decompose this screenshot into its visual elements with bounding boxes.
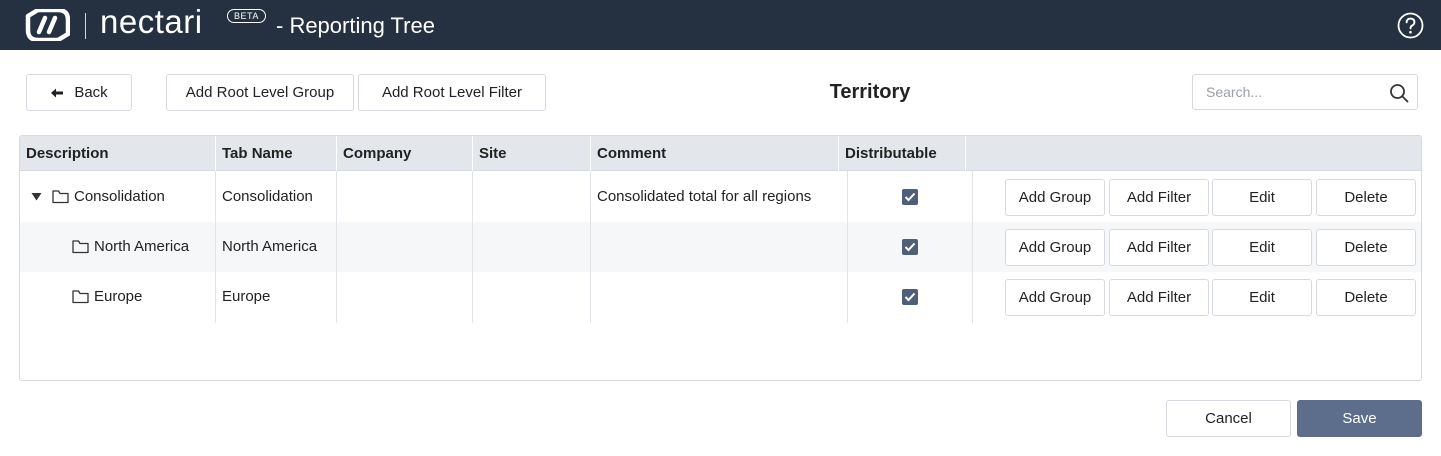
add-group-button[interactable]: Add Group xyxy=(1005,229,1105,266)
add-group-button[interactable]: Add Group xyxy=(1005,179,1105,216)
back-button[interactable]: Back xyxy=(26,74,132,111)
logo-divider xyxy=(85,13,86,39)
add-root-level-group-button[interactable]: Add Root Level Group xyxy=(166,74,354,111)
save-button[interactable]: Save xyxy=(1297,400,1422,437)
column-divider xyxy=(215,171,216,323)
nectari-logo-icon xyxy=(25,9,70,41)
distributable-checkbox[interactable] xyxy=(902,189,918,205)
folder-icon xyxy=(72,290,89,304)
distributable-checkbox[interactable] xyxy=(902,289,918,305)
table-row-europe[interactable]: Europe Europe Add Group Add Filter Edit … xyxy=(20,272,1421,322)
grid-header: Description Tab Name Company Site Commen… xyxy=(20,136,1421,171)
edit-button[interactable]: Edit xyxy=(1212,179,1312,216)
search-input[interactable] xyxy=(1193,75,1383,109)
column-divider xyxy=(590,171,591,323)
search-icon[interactable] xyxy=(1389,83,1409,103)
column-header-site[interactable]: Site xyxy=(473,136,590,171)
delete-button[interactable]: Delete xyxy=(1316,279,1416,316)
column-header-comment[interactable]: Comment xyxy=(591,136,838,171)
cell-tab-name: Europe xyxy=(222,288,271,305)
column-divider xyxy=(336,171,337,323)
beta-badge: BETA xyxy=(227,9,266,23)
cell-description: North America xyxy=(94,238,190,255)
table-row-north-america[interactable]: North America North America Add Group Ad… xyxy=(20,222,1421,272)
caret-down-icon[interactable] xyxy=(31,192,42,201)
column-header-description[interactable]: Description xyxy=(20,136,215,171)
cell-description: Consolidation xyxy=(74,188,165,205)
help-icon[interactable] xyxy=(1397,12,1424,39)
checkbox-checked-icon xyxy=(904,292,916,302)
column-header-tab-name[interactable]: Tab Name xyxy=(216,136,336,171)
add-root-level-filter-button[interactable]: Add Root Level Filter xyxy=(358,74,546,111)
delete-button[interactable]: Delete xyxy=(1316,229,1416,266)
folder-icon xyxy=(52,190,69,204)
table-row-consolidation[interactable]: Consolidation Consolidation Consolidated… xyxy=(20,172,1421,222)
folder-icon xyxy=(72,240,89,254)
reporting-tree-grid: Description Tab Name Company Site Commen… xyxy=(19,135,1422,381)
edit-button[interactable]: Edit xyxy=(1212,279,1312,316)
app-header: nectari BETA - Reporting Tree xyxy=(0,0,1441,50)
add-filter-button[interactable]: Add Filter xyxy=(1109,179,1209,216)
cell-tab-name: North America xyxy=(222,238,318,255)
cell-comment: Consolidated total for all regions xyxy=(597,188,812,205)
page-title: Territory xyxy=(829,81,911,103)
add-filter-button[interactable]: Add Filter xyxy=(1109,229,1209,266)
column-header-distributable[interactable]: Distributable xyxy=(839,136,966,171)
checkbox-checked-icon xyxy=(904,242,916,252)
distributable-checkbox[interactable] xyxy=(902,239,918,255)
cell-description: Europe xyxy=(94,288,143,305)
arrow-left-icon xyxy=(51,88,64,97)
edit-button[interactable]: Edit xyxy=(1212,229,1312,266)
delete-button[interactable]: Delete xyxy=(1316,179,1416,216)
add-filter-button[interactable]: Add Filter xyxy=(1109,279,1209,316)
brand-name: nectari xyxy=(100,3,203,40)
column-divider xyxy=(472,171,473,323)
search-box xyxy=(1192,74,1418,110)
column-divider xyxy=(972,171,973,323)
column-header-company[interactable]: Company xyxy=(337,136,472,171)
app-title: - Reporting Tree xyxy=(276,13,435,38)
cancel-button[interactable]: Cancel xyxy=(1166,400,1291,437)
column-divider xyxy=(847,171,848,323)
checkbox-checked-icon xyxy=(904,192,916,202)
back-button-label: Back xyxy=(74,84,108,101)
add-group-button[interactable]: Add Group xyxy=(1005,279,1105,316)
cell-tab-name: Consolidation xyxy=(222,188,313,205)
